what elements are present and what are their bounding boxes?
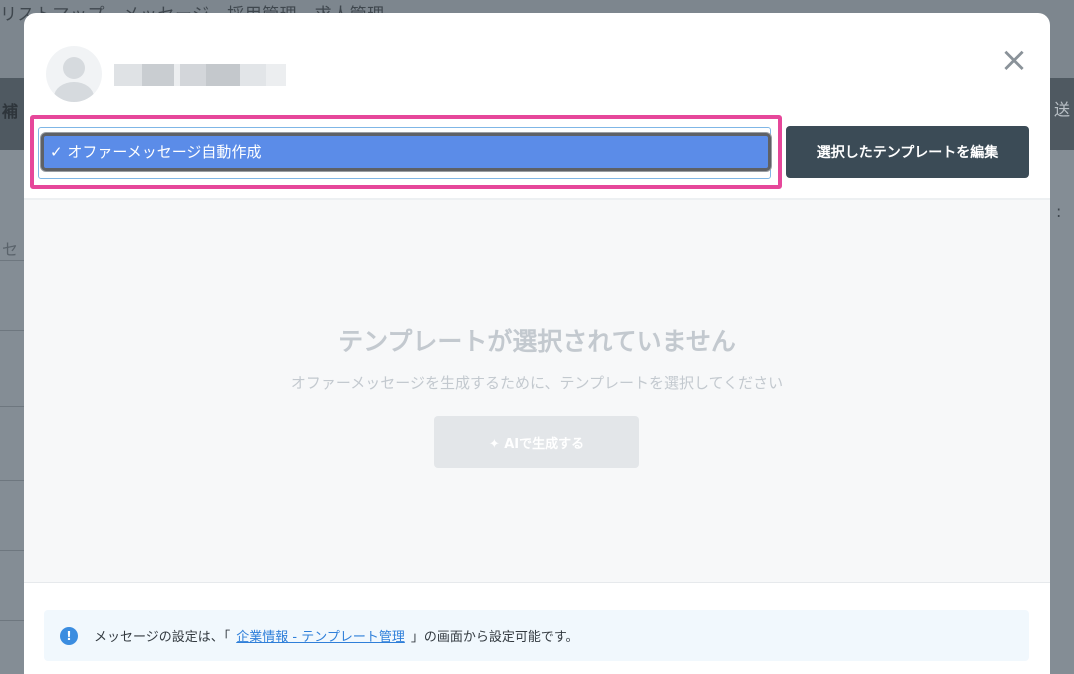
template-select[interactable]: ✓ オファーメッセージ自動作成: [38, 127, 771, 179]
edit-selected-template-button[interactable]: 選択したテンプレートを編集: [786, 126, 1029, 178]
background-fragment: 送: [1054, 100, 1071, 119]
template-management-link[interactable]: 企業情報 - テンプレート管理: [236, 626, 405, 645]
avatar-head-shape: [63, 57, 85, 79]
close-icon[interactable]: ×: [998, 43, 1030, 77]
background-fragment: 補: [2, 102, 19, 121]
empty-state-panel: テンプレートが選択されていません オファーメッセージを生成するために、テンプレー…: [24, 200, 1050, 582]
empty-state-title: テンプレートが選択されていません: [338, 327, 736, 356]
avatar: [46, 46, 102, 102]
info-notice: ! メッセージの設定は、「 企業情報 - テンプレート管理 」の画面から設定可能…: [44, 610, 1029, 661]
info-icon: !: [60, 626, 78, 645]
divider: [24, 582, 1050, 583]
info-text-prefix: メッセージの設定は、「: [94, 630, 231, 645]
background-right-column: [1050, 150, 1074, 674]
template-select-selected-option[interactable]: ✓ オファーメッセージ自動作成: [41, 133, 771, 171]
empty-state-subtitle: オファーメッセージを生成するために、テンプレートを選択してください: [290, 374, 784, 392]
avatar-body-shape: [54, 82, 94, 102]
background-fragment: セ: [2, 240, 19, 259]
background-fragment: :: [1056, 202, 1062, 221]
background-left-column: [0, 150, 24, 674]
info-text-suffix: 」の画面から設定可能です。: [410, 630, 579, 645]
ai-generate-button[interactable]: ✦ AIで生成する: [434, 416, 639, 468]
redacted-name: [114, 64, 300, 86]
offer-message-modal: × ✓ オファーメッセージ自動作成 選択したテンプレートを編集 テンプレートが選…: [24, 13, 1050, 674]
